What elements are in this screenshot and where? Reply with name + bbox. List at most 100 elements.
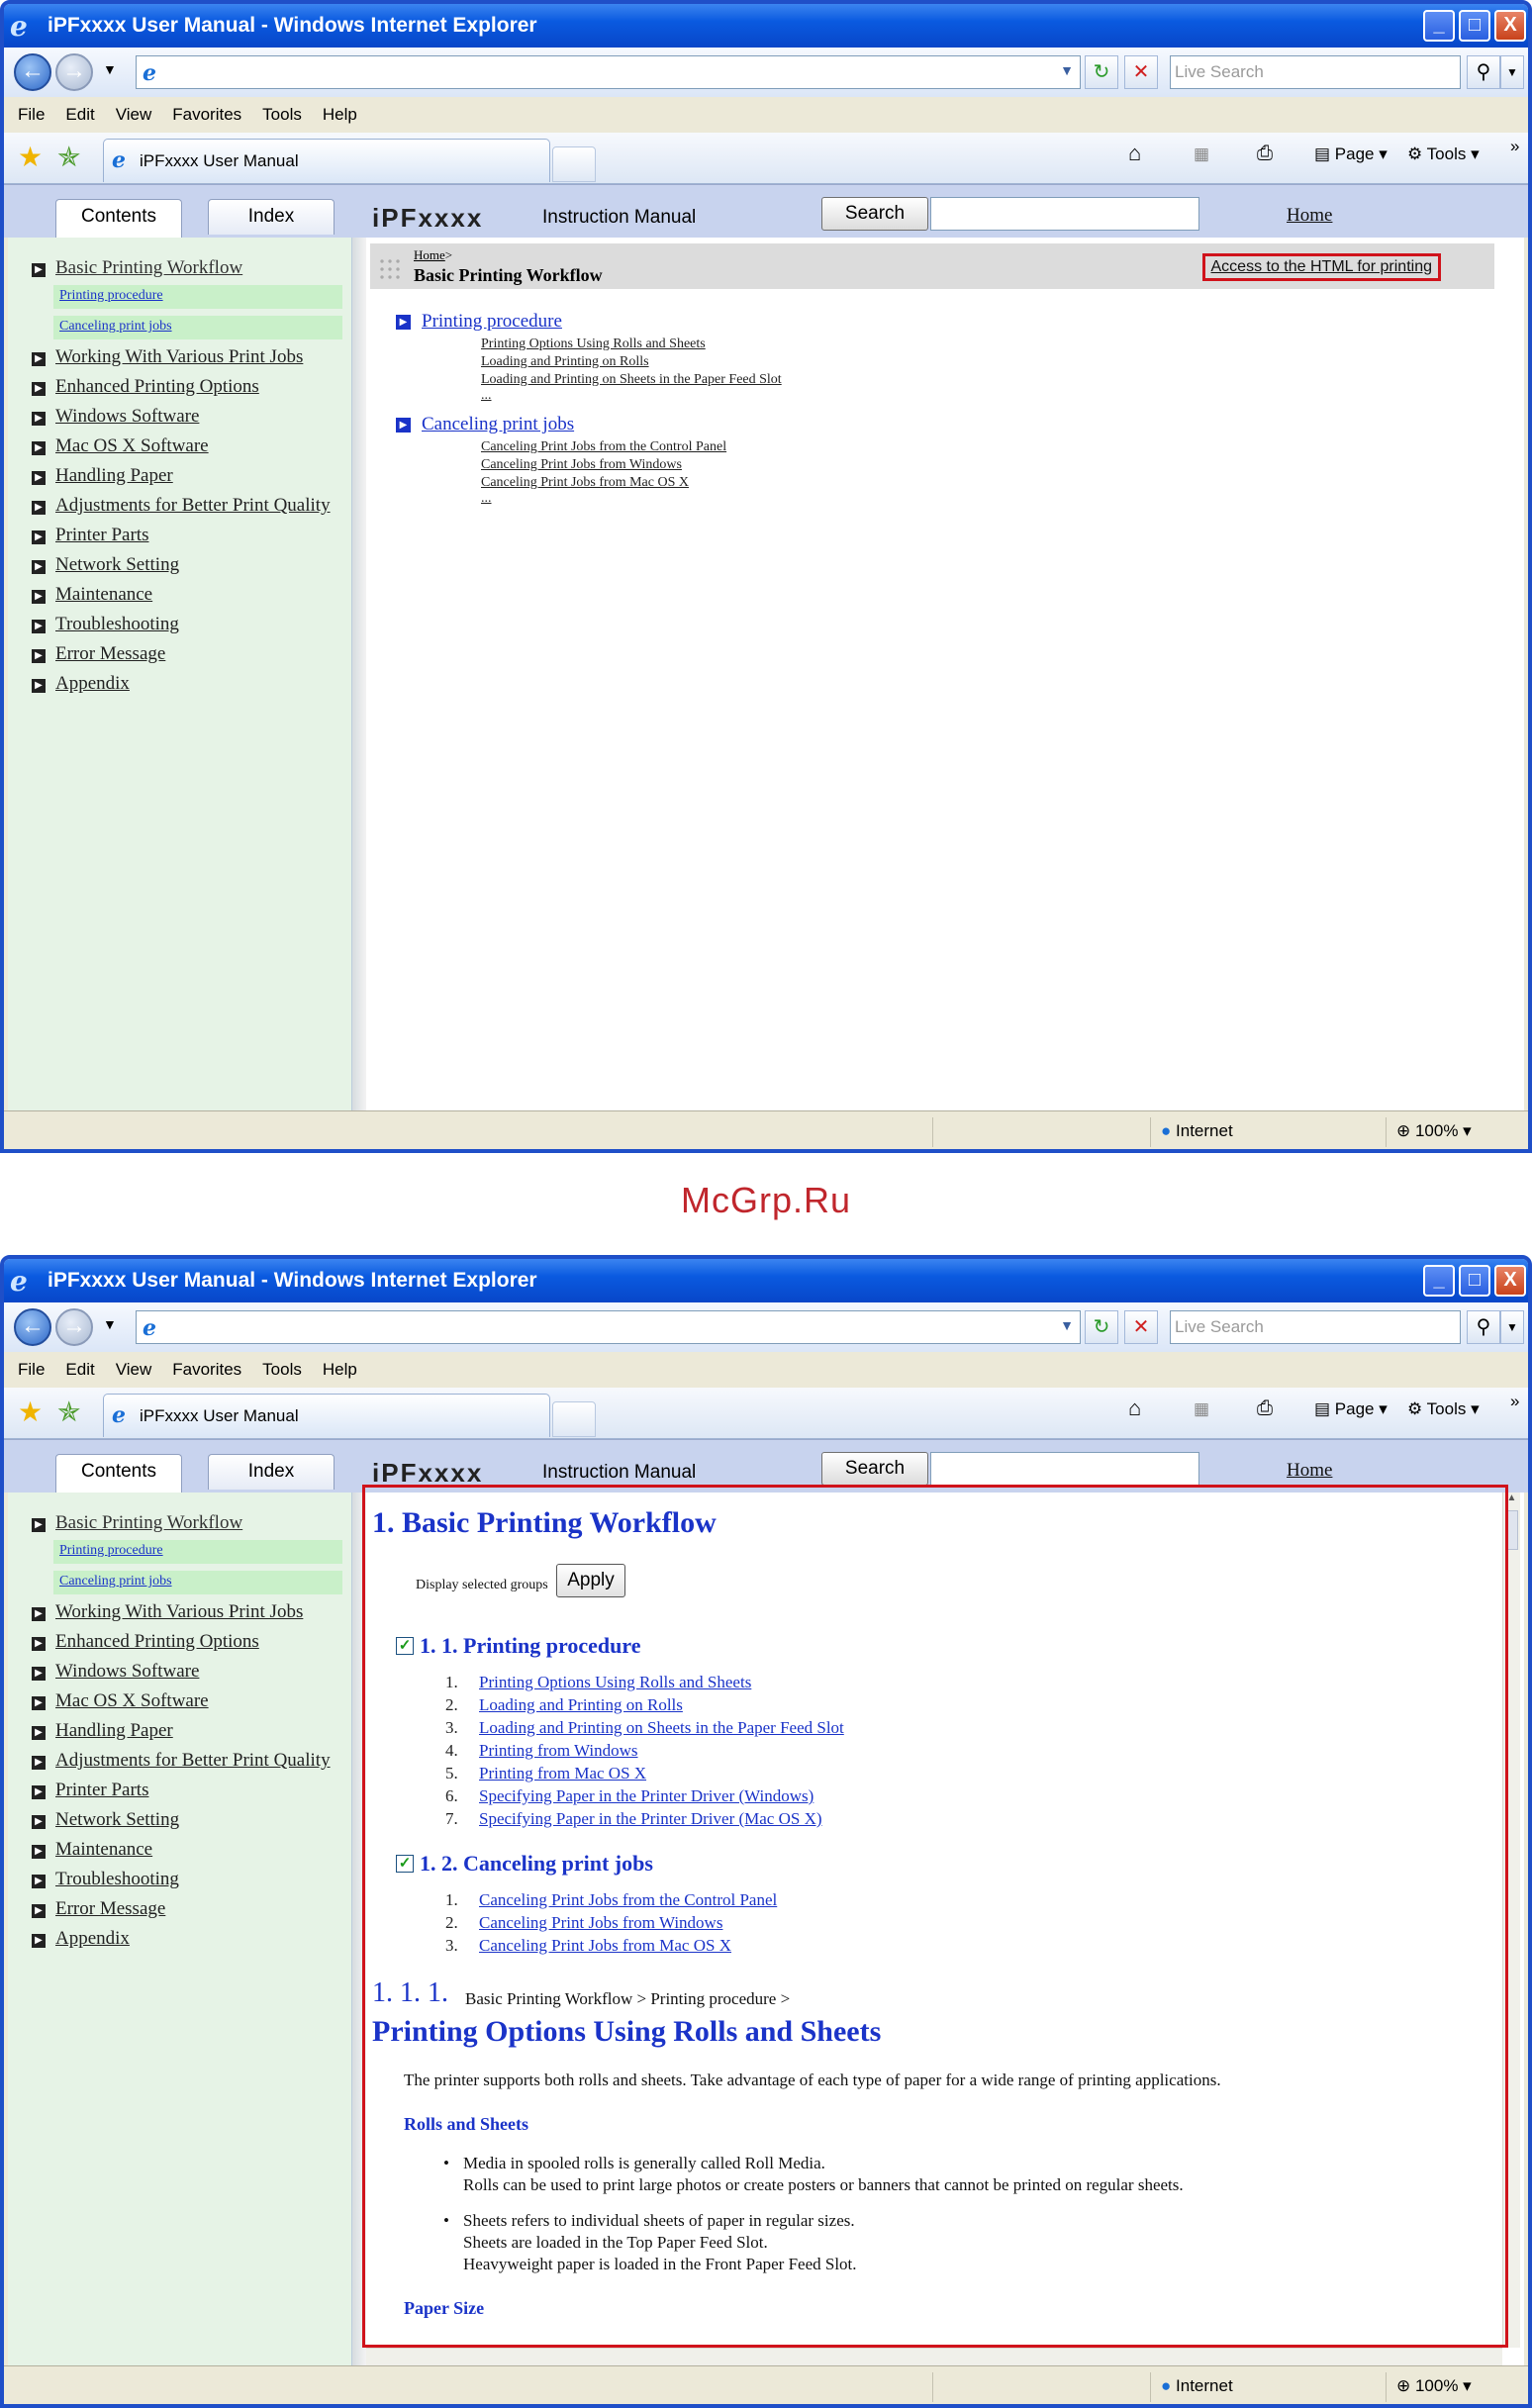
tab-contents[interactable]: Contents	[55, 1454, 182, 1493]
menu-edit[interactable]: Edit	[65, 1360, 94, 1380]
url-dropdown-icon[interactable]: ▼	[1060, 62, 1074, 78]
sidebar-divider[interactable]	[352, 238, 366, 1110]
maximize-button[interactable]: □	[1459, 10, 1490, 42]
menu-view[interactable]: View	[116, 1360, 152, 1380]
feeds-icon[interactable]: ▦	[1194, 144, 1209, 164]
add-favorite-icon[interactable]: ✯	[57, 141, 80, 173]
sidebar-item-appendix[interactable]: ▶ Appendix	[32, 673, 130, 695]
stop-icon[interactable]: ✕	[1124, 55, 1158, 89]
sidebar-item-adjustments[interactable]: ▶ Adjustments for Better Print Quality	[32, 1750, 331, 1772]
sidebar-item-maintenance[interactable]: ▶ Maintenance	[32, 1839, 152, 1861]
url-dropdown-icon[interactable]: ▼	[1060, 1317, 1074, 1333]
favorites-star-icon[interactable]: ★	[18, 1396, 43, 1428]
forward-button[interactable]: →	[55, 1308, 93, 1346]
new-tab-button[interactable]	[552, 146, 596, 182]
live-search-input[interactable]: Live Search	[1170, 1310, 1461, 1344]
sidebar-item-error[interactable]: ▶ Error Message	[32, 1898, 165, 1920]
sidebar-item-basic-printing[interactable]: ▶ Basic Printing Workflow	[32, 1512, 242, 1534]
minimize-button[interactable]: _	[1423, 10, 1455, 42]
sidebar-item-various-jobs[interactable]: ▶ Working With Various Print Jobs	[32, 346, 303, 368]
sidebar-item-troubleshooting[interactable]: ▶ Troubleshooting	[32, 1869, 179, 1890]
page-menu[interactable]: ▤ Page ▾	[1314, 144, 1388, 164]
search-input[interactable]	[930, 197, 1199, 231]
close-button[interactable]: X	[1494, 1265, 1526, 1297]
sidebar-item-adjustments[interactable]: ▶ Adjustments for Better Print Quality	[32, 495, 331, 517]
tab-index[interactable]: Index	[208, 1454, 335, 1490]
live-search-input[interactable]: Live Search	[1170, 55, 1461, 89]
sidebar-item-maintenance[interactable]: ▶ Maintenance	[32, 584, 152, 606]
menu-help[interactable]: Help	[323, 1360, 357, 1380]
sidebar-item-network[interactable]: ▶ Network Setting	[32, 554, 179, 576]
back-button[interactable]: ←	[14, 53, 51, 91]
sidebar-sub-canceling[interactable]: Canceling print jobs	[53, 316, 342, 339]
tools-menu[interactable]: ⚙ Tools ▾	[1407, 144, 1480, 164]
page-menu[interactable]: ▤ Page ▾	[1314, 1399, 1388, 1419]
url-input[interactable]: e ▼	[136, 55, 1081, 89]
link-loading-rolls[interactable]: Loading and Printing on Rolls	[481, 354, 649, 370]
menu-tools[interactable]: Tools	[262, 1360, 302, 1380]
sidebar-item-network[interactable]: ▶ Network Setting	[32, 1809, 179, 1831]
sidebar-item-mac[interactable]: ▶ Mac OS X Software	[32, 1690, 209, 1712]
search-button[interactable]: Search	[821, 197, 928, 231]
search-options-icon[interactable]: ▼	[1500, 1310, 1524, 1344]
sidebar-item-troubleshooting[interactable]: ▶ Troubleshooting	[32, 614, 179, 635]
browser-tab[interactable]: e iPFxxxx User Manual	[103, 139, 550, 182]
chevron-right-icon[interactable]: »	[1510, 137, 1519, 156]
sidebar-item-enhanced[interactable]: ▶ Enhanced Printing Options	[32, 376, 259, 398]
history-dropdown-icon[interactable]: ▼	[103, 61, 117, 77]
print-icon[interactable]: ⎙	[1257, 1397, 1273, 1420]
tab-index[interactable]: Index	[208, 199, 335, 235]
sidebar-item-various-jobs[interactable]: ▶ Working With Various Print Jobs	[32, 1601, 303, 1623]
stop-icon[interactable]: ✕	[1124, 1310, 1158, 1344]
link-loading-sheets[interactable]: Loading and Printing on Sheets in the Pa…	[481, 372, 782, 388]
menu-favorites[interactable]: Favorites	[172, 105, 241, 125]
tab-contents[interactable]: Contents	[55, 199, 182, 239]
sidebar-item-handling-paper[interactable]: ▶ Handling Paper	[32, 465, 173, 487]
sidebar-item-printer-parts[interactable]: ▶ Printer Parts	[32, 1780, 148, 1801]
search-button[interactable]: Search	[821, 1452, 928, 1486]
sidebar-item-mac[interactable]: ▶ Mac OS X Software	[32, 435, 209, 457]
add-favorite-icon[interactable]: ✯	[57, 1396, 80, 1428]
sidebar-item-error[interactable]: ▶ Error Message	[32, 643, 165, 665]
favorites-star-icon[interactable]: ★	[18, 141, 43, 173]
link-more[interactable]: ...	[481, 388, 492, 404]
section-canceling[interactable]: Canceling print jobs	[422, 414, 574, 435]
home-icon[interactable]: ⌂	[1128, 1396, 1141, 1421]
sidebar-sub-canceling[interactable]: Canceling print jobs	[53, 1571, 342, 1594]
link-more[interactable]: ...	[481, 491, 492, 507]
link-cancel-panel[interactable]: Canceling Print Jobs from the Control Pa…	[481, 439, 726, 455]
sidebar-item-appendix[interactable]: ▶ Appendix	[32, 1928, 130, 1950]
zoom-control[interactable]: ⊕ 100% ▾	[1386, 2372, 1504, 2402]
horizontal-scrollbar[interactable]	[366, 2348, 1502, 2365]
tools-menu[interactable]: ⚙ Tools ▾	[1407, 1399, 1480, 1419]
history-dropdown-icon[interactable]: ▼	[103, 1316, 117, 1332]
home-link[interactable]: Home	[1287, 1460, 1332, 1482]
sidebar-sub-printing-procedure[interactable]: Printing procedure	[53, 285, 342, 309]
link-cancel-windows[interactable]: Canceling Print Jobs from Windows	[481, 457, 682, 473]
close-button[interactable]: X	[1494, 10, 1526, 42]
sidebar-item-windows[interactable]: ▶ Windows Software	[32, 1661, 199, 1683]
sidebar-item-windows[interactable]: ▶ Windows Software	[32, 406, 199, 428]
home-link[interactable]: Home	[1287, 205, 1332, 227]
menu-tools[interactable]: Tools	[262, 105, 302, 125]
sidebar-item-handling-paper[interactable]: ▶ Handling Paper	[32, 1720, 173, 1742]
browser-tab[interactable]: e iPFxxxx User Manual	[103, 1394, 550, 1437]
refresh-icon[interactable]: ↻	[1085, 55, 1118, 89]
sidebar-item-enhanced[interactable]: ▶ Enhanced Printing Options	[32, 1631, 259, 1653]
breadcrumb-home[interactable]: Home	[414, 247, 445, 262]
minimize-button[interactable]: _	[1423, 1265, 1455, 1297]
url-input[interactable]: e ▼	[136, 1310, 1081, 1344]
forward-button[interactable]: →	[55, 53, 93, 91]
menu-help[interactable]: Help	[323, 105, 357, 125]
link-cancel-mac[interactable]: Canceling Print Jobs from Mac OS X	[481, 475, 689, 491]
sidebar-item-basic-printing[interactable]: ▶ Basic Printing Workflow	[32, 257, 242, 279]
search-options-icon[interactable]: ▼	[1500, 55, 1524, 89]
chevron-right-icon[interactable]: »	[1510, 1392, 1519, 1411]
print-icon[interactable]: ⎙	[1257, 143, 1273, 165]
search-input[interactable]	[930, 1452, 1199, 1486]
zoom-control[interactable]: ⊕ 100% ▾	[1386, 1117, 1504, 1147]
link-rolls-sheets[interactable]: Printing Options Using Rolls and Sheets	[481, 337, 706, 352]
section-printing-procedure[interactable]: Printing procedure	[422, 311, 562, 333]
menu-favorites[interactable]: Favorites	[172, 1360, 241, 1380]
home-icon[interactable]: ⌂	[1128, 141, 1141, 166]
